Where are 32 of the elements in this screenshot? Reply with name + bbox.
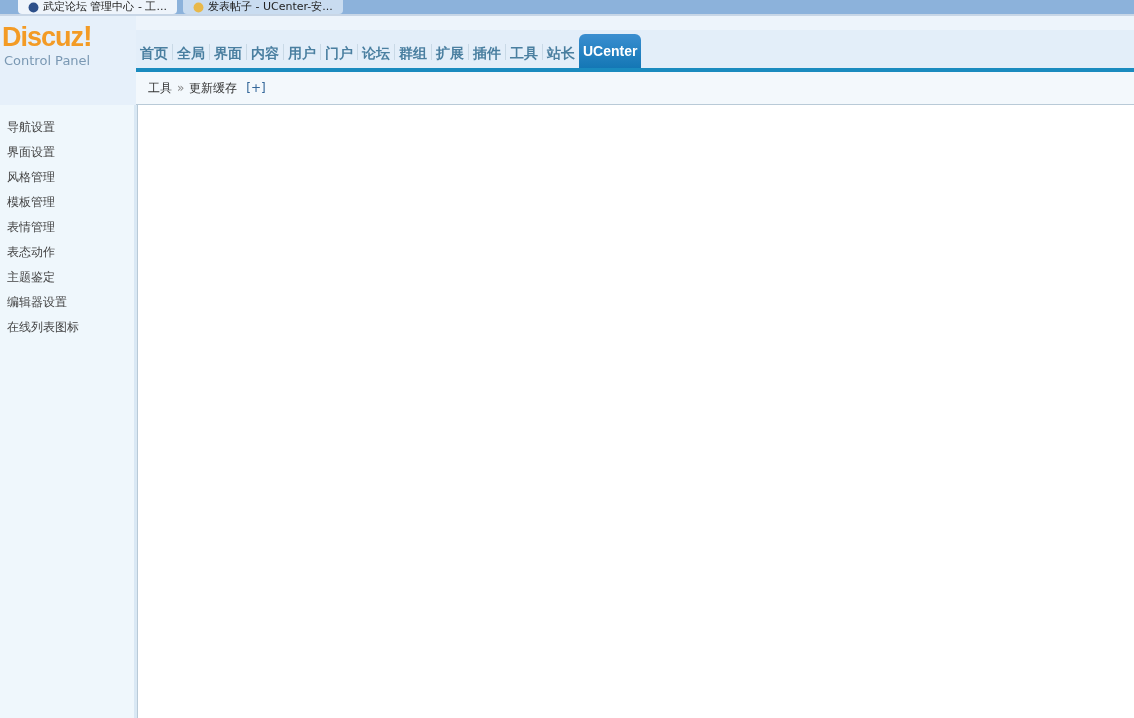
nav-tab[interactable]: 界面	[210, 40, 246, 68]
nav-tab[interactable]: 用户	[284, 40, 320, 68]
sidebar-item[interactable]: 表情管理	[0, 215, 134, 240]
browser-tab[interactable]: 武定论坛 管理中心 - 工...	[18, 0, 177, 14]
browser-tab[interactable]: 发表帖子 - UCenter-安...	[182, 0, 343, 14]
sidebar-item[interactable]: 模板管理	[0, 190, 134, 215]
nav-tab[interactable]: 全局	[173, 40, 209, 68]
nav-tab[interactable]: 工具	[506, 40, 542, 68]
nav-tab[interactable]: 插件	[469, 40, 505, 68]
breadcrumb-current: 更新缓存	[189, 79, 238, 97]
nav-tab[interactable]: 首页	[136, 40, 172, 68]
logo-subtitle: Control Panel	[4, 53, 92, 68]
sidebar-item[interactable]: 主题鉴定	[0, 265, 134, 290]
nav-tab[interactable]: 内容	[247, 40, 283, 68]
breadcrumb-link[interactable]: 工具	[148, 79, 172, 97]
breadcrumb-separator: »	[177, 81, 185, 95]
logo: Discuz!	[2, 20, 93, 53]
sidebar-item[interactable]: 风格管理	[0, 165, 134, 190]
page-icon	[192, 1, 204, 13]
sidebar-item[interactable]: 在线列表图标	[0, 315, 134, 340]
nav-tab[interactable]: 扩展	[432, 40, 468, 68]
page-icon	[28, 1, 39, 13]
nav-tab[interactable]: 站长	[543, 40, 579, 68]
nav-tab[interactable]: UCenter	[579, 34, 642, 68]
sidebar-item[interactable]: 界面设置	[0, 140, 134, 165]
sidebar-item[interactable]: 导航设置	[0, 115, 134, 140]
sidebar-item[interactable]: 编辑器设置	[0, 290, 134, 315]
nav-tab[interactable]: 论坛	[358, 40, 394, 68]
nav-tab[interactable]: 群组	[395, 40, 431, 68]
add-shortcut-link[interactable]: [+]	[246, 81, 266, 95]
sidebar-item[interactable]: 表态动作	[0, 240, 134, 265]
nav-tab[interactable]: 门户	[321, 40, 357, 68]
